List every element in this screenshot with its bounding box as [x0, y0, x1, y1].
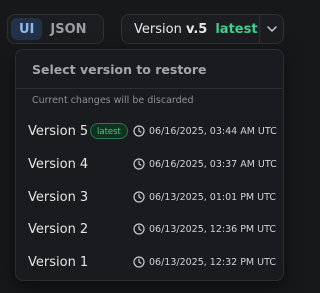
version-timestamp: 06/16/2025, 03:44 AM UTC [149, 125, 277, 137]
tab-json[interactable]: JSON [42, 18, 94, 40]
clock-icon [133, 223, 145, 235]
toolbar: UI JSON Version v.5 latest [0, 0, 296, 56]
discard-warning: Current changes will be discarded [32, 95, 194, 106]
version-dropdown-toggle[interactable] [259, 14, 284, 44]
version-timestamp: 06/16/2025, 03:37 AM UTC [149, 158, 277, 170]
clock-icon [133, 125, 145, 137]
version-timestamp: 06/13/2025, 12:36 PM UTC [149, 223, 276, 235]
dropdown-title: Select version to restore [32, 62, 207, 77]
version-item-1[interactable]: Version 1 06/13/2025, 12:32 PM UTC [16, 247, 283, 277]
version-dropdown-menu: Select version to restore Current change… [15, 49, 284, 281]
version-select-button[interactable]: Version v.5 latest [121, 14, 259, 44]
version-item-label: Version 3 [28, 189, 89, 205]
view-toggle: UI JSON [7, 14, 104, 44]
tab-ui[interactable]: UI [11, 18, 43, 40]
version-timestamp: 06/13/2025, 01:01 PM UTC [149, 191, 276, 203]
version-item-label: Version 2 [28, 221, 89, 237]
current-version-label: Version v.5 [134, 21, 208, 37]
clock-icon [133, 191, 145, 203]
version-item-label: Version 1 [28, 254, 89, 270]
clock-icon [133, 158, 145, 170]
version-item-2[interactable]: Version 2 06/13/2025, 12:36 PM UTC [16, 214, 283, 244]
version-timestamp: 06/13/2025, 12:32 PM UTC [149, 256, 276, 268]
version-item-3[interactable]: Version 3 06/13/2025, 01:01 PM UTC [16, 182, 283, 212]
divider [16, 88, 283, 89]
chevron-down-icon [266, 26, 277, 32]
version-item-5[interactable]: Version 5 latest 06/16/2025, 03:44 AM UT… [16, 116, 283, 146]
version-item-4[interactable]: Version 4 06/16/2025, 03:37 AM UTC [16, 149, 283, 179]
latest-badge: latest [90, 123, 128, 139]
version-item-label: Version 4 [28, 156, 89, 172]
version-item-label: Version 5 [28, 123, 89, 139]
clock-icon [133, 256, 145, 268]
latest-tag: latest [215, 21, 258, 37]
